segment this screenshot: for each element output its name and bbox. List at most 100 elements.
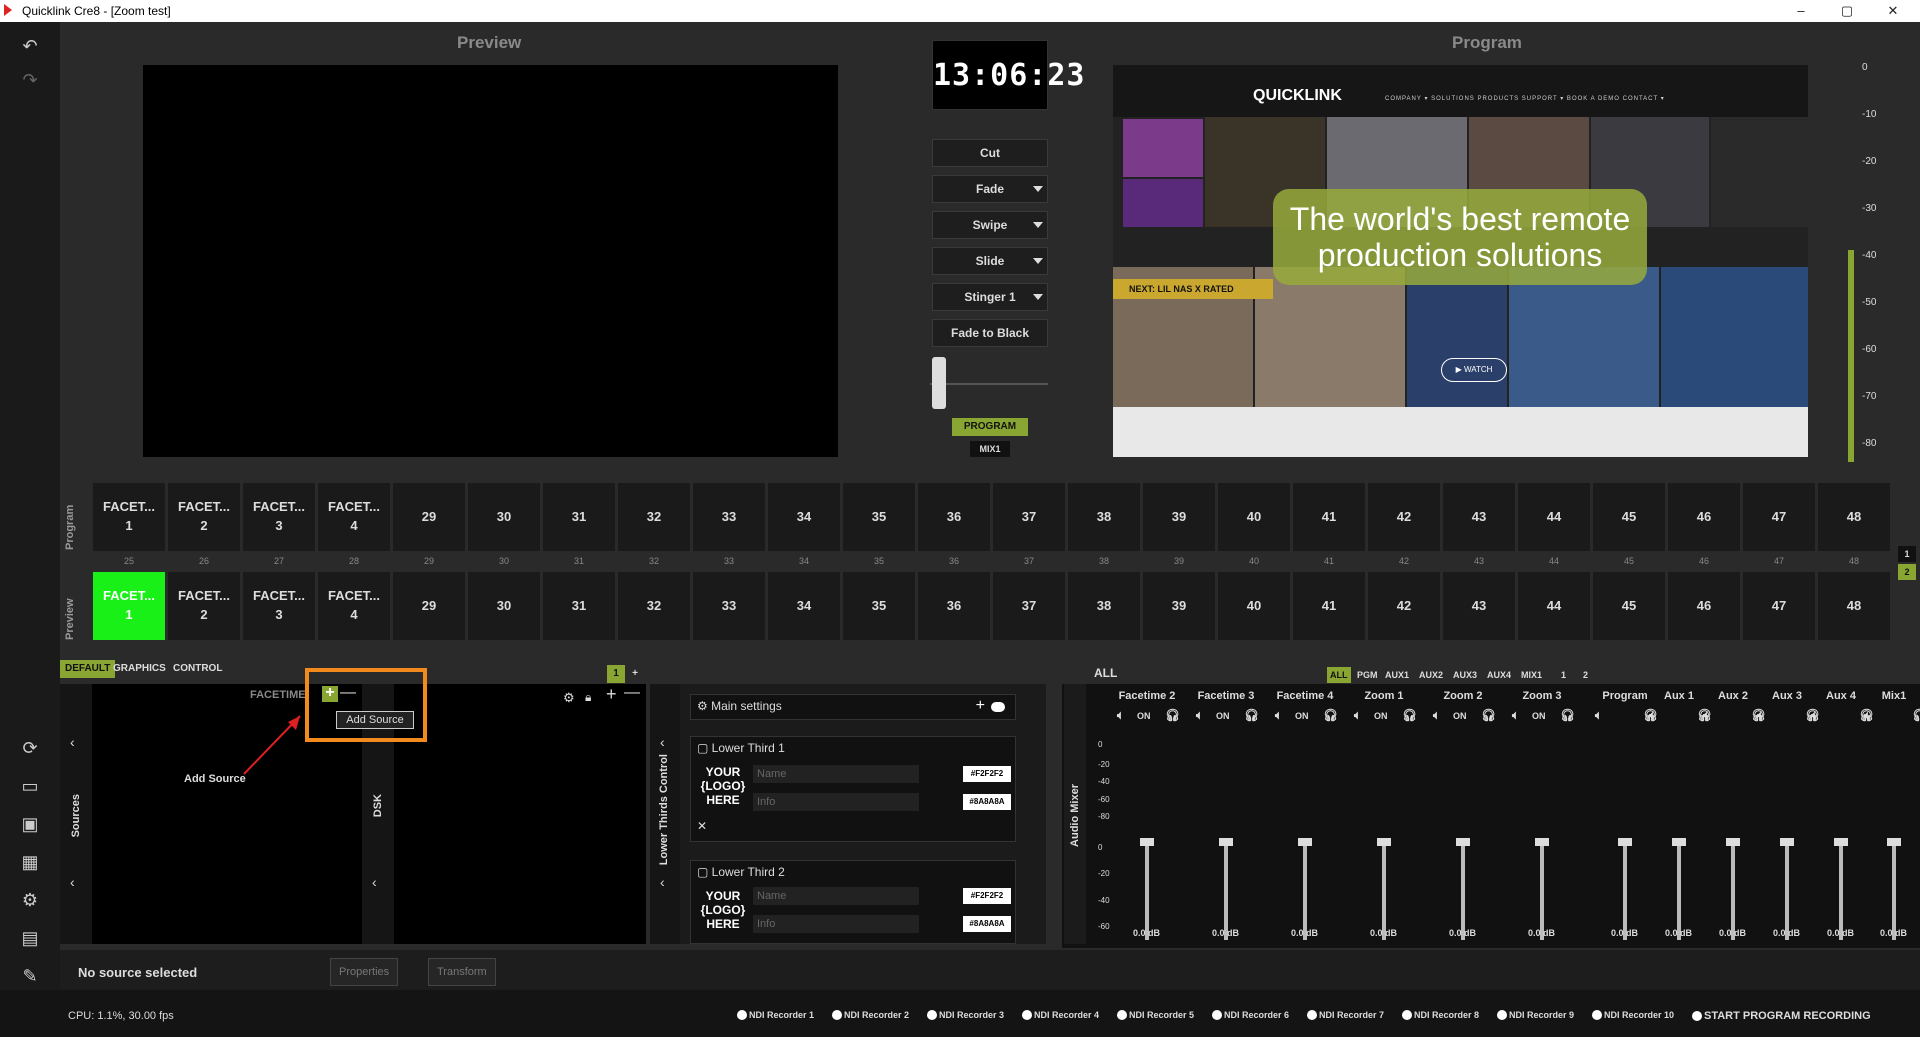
preview-source-button[interactable]: 41 xyxy=(1293,572,1365,640)
edit-icon[interactable]: ✎ xyxy=(18,964,42,988)
preview-source-button[interactable]: 31 xyxy=(543,572,615,640)
ndi-recorder-button[interactable]: NDI Recorder 4 xyxy=(1022,1010,1099,1020)
program-source-button[interactable]: 40 xyxy=(1218,483,1290,551)
program-source-button[interactable]: 41 xyxy=(1293,483,1365,551)
redo-icon[interactable]: ↷ xyxy=(18,68,42,92)
ndi-recorder-button[interactable]: NDI Recorder 10 xyxy=(1592,1010,1674,1020)
audio-tab[interactable]: AUX2 xyxy=(1416,667,1446,683)
preview-source-button[interactable]: FACET... 2 xyxy=(168,572,240,640)
preview-source-button[interactable]: 34 xyxy=(768,572,840,640)
preview-source-button[interactable]: 44 xyxy=(1518,572,1590,640)
channel-on-label[interactable]: ON xyxy=(1532,711,1546,721)
fader-knob[interactable] xyxy=(1377,838,1391,846)
collapse-left-icon[interactable]: ‹ xyxy=(660,734,665,750)
program-source-button[interactable]: 29 xyxy=(393,483,465,551)
program-source-button[interactable]: 42 xyxy=(1368,483,1440,551)
speaker-icon[interactable]: 🔈︎ xyxy=(1649,708,1656,723)
toggle-switch[interactable] xyxy=(991,702,1005,712)
collapse-left-icon[interactable]: ‹ xyxy=(660,874,665,890)
channel-on-label[interactable]: ON xyxy=(1295,711,1309,721)
channel-on-label[interactable]: ON xyxy=(1374,711,1388,721)
main-settings-row[interactable]: ⚙ Main settings + xyxy=(690,694,1016,720)
program-source-button[interactable]: FACET... 4 xyxy=(318,483,390,551)
close-icon[interactable]: ✕ xyxy=(697,819,707,833)
audio-tab[interactable]: MIX1 xyxy=(1518,667,1545,683)
fader-knob[interactable] xyxy=(1298,838,1312,846)
ndi-recorder-button[interactable]: NDI Recorder 6 xyxy=(1212,1010,1289,1020)
program-source-button[interactable]: 37 xyxy=(993,483,1065,551)
fader-knob[interactable] xyxy=(1672,838,1686,846)
collapse-left-icon[interactable]: ‹ xyxy=(70,734,75,750)
preview-source-button[interactable]: 47 xyxy=(1743,572,1815,640)
name-field[interactable]: Name xyxy=(753,887,919,905)
undo-icon[interactable]: ↶ xyxy=(18,34,42,58)
info-field[interactable]: Info xyxy=(753,793,919,811)
settings-icon[interactable]: ⚙ xyxy=(18,888,42,912)
grid-icon[interactable]: ▦ xyxy=(18,850,42,874)
program-source-button[interactable]: 38 xyxy=(1068,483,1140,551)
speaker-icon[interactable]: 🔈︎ xyxy=(1757,708,1764,723)
preview-source-button[interactable]: FACET... 3 xyxy=(243,572,315,640)
preview-monitor[interactable] xyxy=(143,65,838,457)
chevron-down-icon[interactable] xyxy=(1033,222,1043,228)
preview-source-button[interactable]: 42 xyxy=(1368,572,1440,640)
fader-knob[interactable] xyxy=(1726,838,1740,846)
headphone-icon[interactable]: 🎧︎ xyxy=(1323,708,1338,722)
slide-button[interactable]: Slide xyxy=(932,247,1048,275)
program-source-button[interactable]: FACET... 3 xyxy=(243,483,315,551)
preview-source-button[interactable]: 39 xyxy=(1143,572,1215,640)
ndi-recorder-button[interactable]: NDI Recorder 8 xyxy=(1402,1010,1479,1020)
program-source-button[interactable]: 45 xyxy=(1593,483,1665,551)
preview-source-button[interactable]: 46 xyxy=(1668,572,1740,640)
ndi-recorder-button[interactable]: NDI Recorder 7 xyxy=(1307,1010,1384,1020)
maximize-button[interactable]: ▢ xyxy=(1824,0,1870,22)
audio-tab[interactable]: ALL xyxy=(1327,667,1351,683)
preview-source-button[interactable]: 37 xyxy=(993,572,1065,640)
preview-source-button[interactable]: FACET... 1 xyxy=(93,572,165,640)
speaker-icon[interactable]: 🔈︎ xyxy=(1275,708,1282,723)
preview-source-button[interactable]: 29 xyxy=(393,572,465,640)
channel-on-label[interactable]: ON xyxy=(1137,711,1151,721)
program-source-button[interactable]: 32 xyxy=(618,483,690,551)
program-source-button[interactable]: 39 xyxy=(1143,483,1215,551)
headphone-icon[interactable]: 🎧︎ xyxy=(1560,708,1575,722)
audio-tab[interactable]: AUX1 xyxy=(1382,667,1412,683)
fader-knob[interactable] xyxy=(1834,838,1848,846)
channel-on-label[interactable]: ON xyxy=(1453,711,1467,721)
program-source-button[interactable]: 48 xyxy=(1818,483,1890,551)
transform-button[interactable]: Transform xyxy=(428,958,496,986)
properties-button[interactable]: Properties xyxy=(330,958,399,986)
tab-control[interactable]: CONTROL xyxy=(168,660,227,678)
gear-icon[interactable]: ⚙ xyxy=(563,690,575,706)
name-color[interactable]: #F2F2F2 xyxy=(963,888,1011,904)
speaker-icon[interactable]: 🔈︎ xyxy=(1703,708,1710,723)
speaker-icon[interactable]: 🔈︎ xyxy=(1117,708,1124,723)
add-icon[interactable]: + xyxy=(976,697,985,715)
preview-source-button[interactable]: 36 xyxy=(918,572,990,640)
chevron-down-icon[interactable] xyxy=(1033,258,1043,264)
preview-source-button[interactable]: 33 xyxy=(693,572,765,640)
preview-source-button[interactable]: 32 xyxy=(618,572,690,640)
program-source-button[interactable]: 33 xyxy=(693,483,765,551)
name-color[interactable]: #F2F2F2 xyxy=(963,766,1011,782)
fader-knob[interactable] xyxy=(1535,838,1549,846)
fade-button[interactable]: Fade xyxy=(932,175,1048,203)
add-dsk-button[interactable]: + xyxy=(606,684,617,705)
lock-icon[interactable]: 🔒︎ xyxy=(585,690,591,705)
headphone-icon[interactable]: 🎧︎ xyxy=(1165,708,1180,722)
speaker-icon[interactable]: 🔈︎ xyxy=(1595,708,1602,723)
program-source-button[interactable]: 34 xyxy=(768,483,840,551)
swipe-button[interactable]: Swipe xyxy=(932,211,1048,239)
scene-tab-1[interactable]: 1 xyxy=(607,665,625,683)
audio-tab[interactable]: AUX3 xyxy=(1450,667,1480,683)
fader-knob[interactable] xyxy=(1780,838,1794,846)
collapse-left-icon[interactable]: ‹ xyxy=(70,874,75,890)
program-source-button[interactable]: 44 xyxy=(1518,483,1590,551)
speaker-icon[interactable]: 🔈︎ xyxy=(1354,708,1361,723)
program-source-button[interactable]: 36 xyxy=(918,483,990,551)
refresh-icon[interactable]: ⟳ xyxy=(18,736,42,760)
audio-tab[interactable]: PGM xyxy=(1354,667,1381,683)
stinger-button[interactable]: Stinger 1 xyxy=(932,283,1048,311)
cut-button[interactable]: Cut xyxy=(932,139,1048,167)
ndi-recorder-button[interactable]: NDI Recorder 2 xyxy=(832,1010,909,1020)
